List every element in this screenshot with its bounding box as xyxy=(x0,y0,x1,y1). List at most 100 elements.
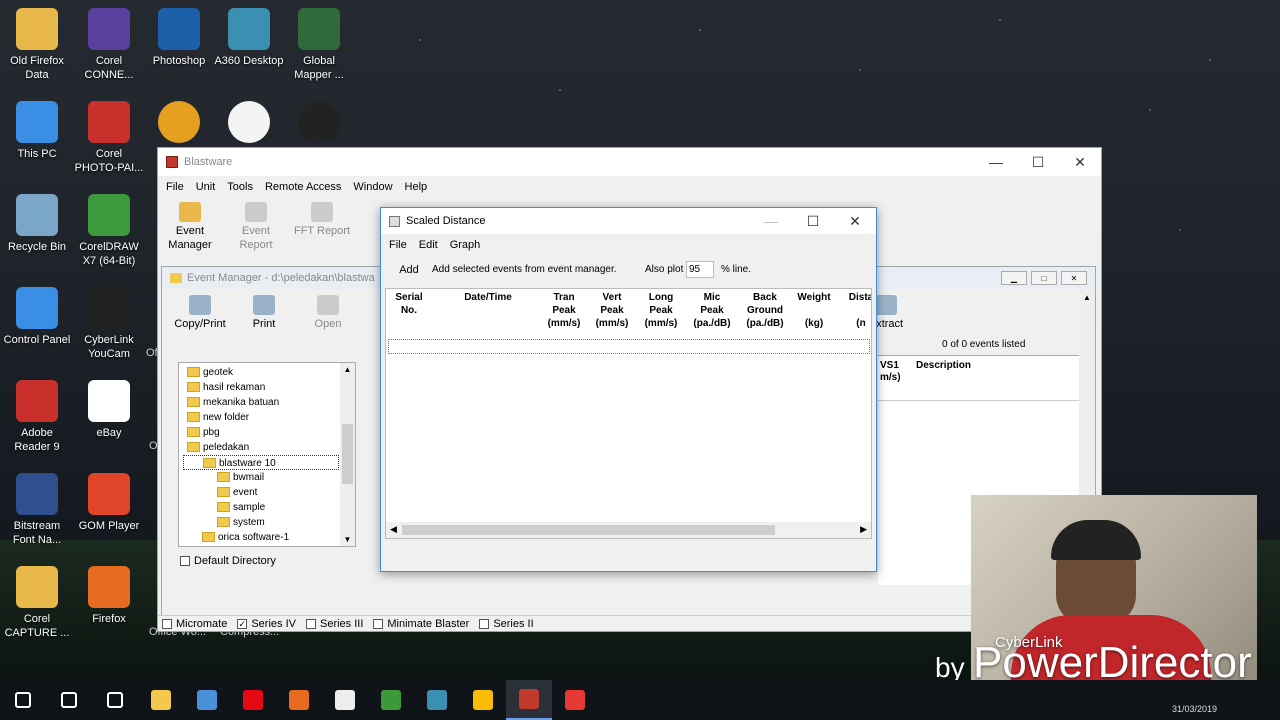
folder-tree[interactable]: geotek hasil rekaman mekanika batuan new fo… xyxy=(178,362,356,547)
taskbar-button[interactable] xyxy=(506,680,552,720)
column-header[interactable]: Long Peak (mm/s) xyxy=(641,291,681,330)
tree-item[interactable]: pbg xyxy=(183,425,355,440)
series-checkbox[interactable]: Series II xyxy=(479,618,534,630)
desktop-icon[interactable] xyxy=(214,101,284,147)
default-directory-checkbox[interactable]: Default Directory xyxy=(180,555,276,567)
desktop-icon[interactable]: Control Panel xyxy=(2,287,72,347)
tree-item[interactable]: system xyxy=(183,515,355,530)
description-column-header[interactable]: Description xyxy=(916,360,971,371)
minimize-button[interactable]: — xyxy=(750,207,792,235)
close-button[interactable]: ✕ xyxy=(1059,148,1101,176)
table-row[interactable] xyxy=(388,339,870,354)
taskbar-button[interactable] xyxy=(460,680,506,720)
series-checkbox[interactable]: Micromate xyxy=(162,618,227,630)
menu-item[interactable]: Edit xyxy=(413,239,444,251)
desktop-icon-label: Old Firefox Data xyxy=(10,55,64,81)
desktop-icon[interactable]: CorelDRAW X7 (64-Bit) xyxy=(74,194,144,268)
column-header[interactable]: Vert Peak (mm/s) xyxy=(592,291,632,330)
menu-item[interactable]: Window xyxy=(347,181,398,193)
toolbar-button[interactable]: Event Manager xyxy=(158,202,222,252)
menu-item[interactable]: Help xyxy=(399,181,434,193)
minimize-button[interactable]: ▁ xyxy=(1001,271,1027,285)
taskbar-button[interactable] xyxy=(552,680,598,720)
desktop-icon[interactable]: Firefox xyxy=(74,566,144,626)
taskbar-button[interactable] xyxy=(322,680,368,720)
toolbar-button[interactable]: Copy/Print xyxy=(168,295,232,331)
taskbar-button[interactable] xyxy=(276,680,322,720)
desktop-icon[interactable]: This PC xyxy=(2,101,72,161)
checkbox[interactable] xyxy=(162,618,172,629)
scaled-distance-dialog[interactable]: Scaled Distance — ☐ ✕ File Edit Graph Add … xyxy=(380,207,877,572)
desktop-icon[interactable]: Recycle Bin xyxy=(2,194,72,254)
tree-item[interactable]: event xyxy=(183,485,355,500)
checkbox[interactable] xyxy=(479,618,490,629)
taskbar-button[interactable] xyxy=(46,680,92,720)
desktop-icon[interactable]: GOM Player xyxy=(74,473,144,533)
taskbar-button[interactable] xyxy=(230,680,276,720)
taskbar-button[interactable] xyxy=(138,680,184,720)
column-header[interactable]: Back Ground (pa./dB) xyxy=(741,291,789,330)
menu-item[interactable]: Unit xyxy=(190,181,222,193)
taskbar-button[interactable] xyxy=(368,680,414,720)
add-button[interactable]: Add xyxy=(393,260,425,280)
tree-item[interactable]: geotek xyxy=(183,365,355,380)
column-header[interactable]: Serial No. xyxy=(390,291,428,330)
taskbar-button[interactable] xyxy=(414,680,460,720)
tree-item[interactable]: hasil rekaman xyxy=(183,380,355,395)
desktop-icon[interactable]: Corel PHOTO-PAI... xyxy=(74,101,144,175)
column-header[interactable]: Date/Time xyxy=(458,291,518,330)
desktop-icon[interactable]: Photoshop xyxy=(144,8,214,68)
column-header[interactable]: Weight (kg) xyxy=(792,291,836,330)
taskbar-button[interactable] xyxy=(92,680,138,720)
column-header[interactable]: Dista (n xyxy=(846,291,871,330)
toolbar-button[interactable]: Print xyxy=(232,295,296,331)
tree-item[interactable]: peledakan xyxy=(183,440,355,455)
checkbox[interactable] xyxy=(373,618,384,629)
desktop-icon[interactable]: Corel CAPTURE ... xyxy=(2,566,72,640)
close-button[interactable]: ✕ xyxy=(1061,271,1087,285)
series-checkbox[interactable]: ✓ Series IV xyxy=(237,618,296,630)
series-checkbox[interactable]: Minimate Blaster xyxy=(373,618,469,630)
desktop-icon[interactable] xyxy=(284,101,354,147)
toolbar-button[interactable]: Event Report xyxy=(224,202,288,252)
minimize-button[interactable]: — xyxy=(975,148,1017,176)
desktop-icon[interactable]: CyberLink YouCam xyxy=(74,287,144,361)
maximize-button[interactable]: ☐ xyxy=(1017,148,1059,176)
column-header[interactable]: Tran Peak (mm/s) xyxy=(544,291,584,330)
tree-item[interactable]: new folder xyxy=(183,410,355,425)
desktop-icon[interactable] xyxy=(144,101,214,147)
toolbar-button[interactable]: Open xyxy=(296,295,360,331)
column-header[interactable]: Mic Peak (pa./dB) xyxy=(690,291,734,330)
taskbar-button[interactable] xyxy=(0,680,46,720)
tree-item[interactable]: blastware 10 xyxy=(183,455,339,470)
desktop-icon[interactable]: Global Mapper ... xyxy=(284,8,354,82)
plot-percent-input[interactable]: 95 xyxy=(686,261,714,278)
toolbar-button[interactable]: FFT Report xyxy=(290,202,354,238)
menu-item[interactable]: File xyxy=(160,181,190,193)
results-table[interactable]: Serial No. Date/Time Tran Peak (mm/s) Vert Peak… xyxy=(385,288,872,539)
desktop-icon[interactable]: eBay xyxy=(74,380,144,440)
menu-item[interactable]: Remote Access xyxy=(259,181,347,193)
menu-item[interactable]: Tools xyxy=(221,181,259,193)
horizontal-scrollbar[interactable]: ◀ ▶ xyxy=(386,522,871,538)
desktop-icon[interactable]: Corel CONNE... xyxy=(74,8,144,82)
desktop-icon[interactable]: Adobe Reader 9 xyxy=(2,380,72,454)
desktop-icon[interactable]: Bitstream Font Na... xyxy=(2,473,72,547)
maximize-button[interactable]: ☐ xyxy=(792,207,834,235)
checkbox[interactable]: ✓ xyxy=(237,618,248,629)
menu-item[interactable]: Graph xyxy=(444,239,487,251)
tree-item[interactable]: mekanika batuan xyxy=(183,395,355,410)
taskbar-button[interactable] xyxy=(184,680,230,720)
vs1-column-header[interactable]: VS1 xyxy=(880,360,899,371)
checkbox[interactable] xyxy=(305,618,316,629)
tree-item[interactable]: sample xyxy=(183,500,355,515)
tree-item[interactable]: orica software-1 xyxy=(183,530,355,545)
desktop-icon[interactable]: Old Firefox Data xyxy=(2,8,72,82)
series-checkbox[interactable]: Series III xyxy=(305,618,363,630)
tree-item[interactable]: bwmail xyxy=(183,470,355,485)
menu-item[interactable]: File xyxy=(383,239,413,251)
tree-scrollbar[interactable]: ▲ ▼ xyxy=(340,363,355,546)
close-button[interactable]: ✕ xyxy=(834,207,876,235)
desktop-icon[interactable]: A360 Desktop xyxy=(214,8,284,68)
maximize-button[interactable]: □ xyxy=(1031,271,1057,285)
